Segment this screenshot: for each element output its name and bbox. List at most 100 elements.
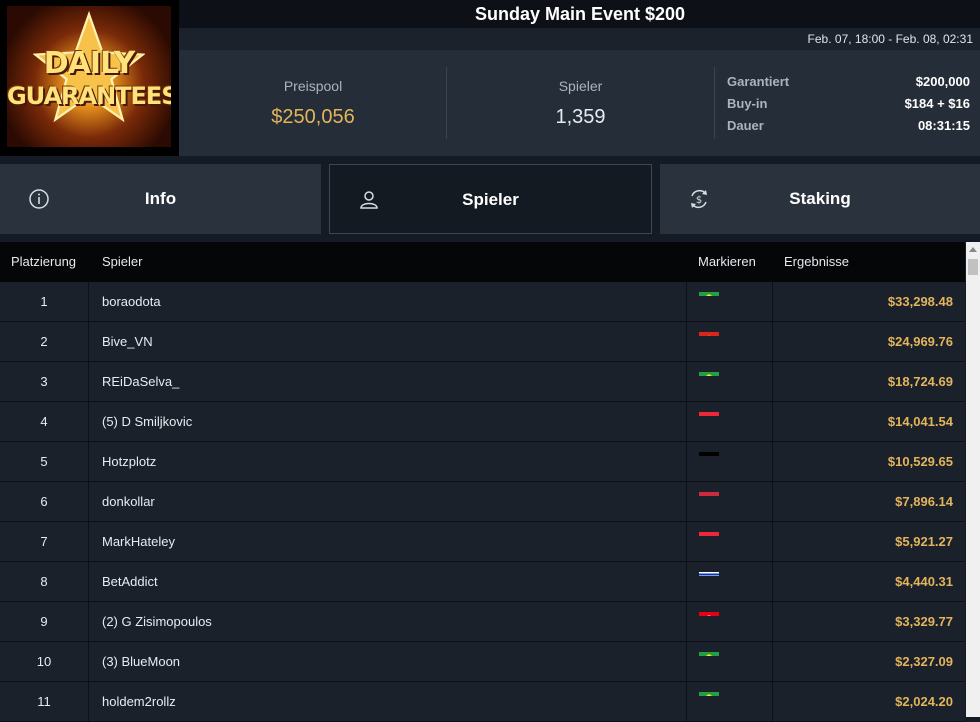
row-flag-cell bbox=[686, 322, 773, 361]
column-divider bbox=[88, 682, 89, 721]
brazil-flag-icon bbox=[699, 642, 719, 656]
row-flag-cell bbox=[686, 642, 773, 681]
row-player-name[interactable]: (3) BlueMoon bbox=[102, 642, 180, 681]
column-divider bbox=[88, 442, 89, 481]
row-result: $3,329.77 bbox=[895, 614, 953, 629]
column-divider bbox=[88, 562, 89, 601]
row-player-name[interactable]: BetAddict bbox=[102, 562, 158, 601]
column-header-place[interactable]: Platzierung bbox=[11, 242, 76, 282]
hungary-flag-icon bbox=[699, 482, 719, 496]
tab-spieler[interactable]: Spieler bbox=[329, 164, 652, 234]
column-divider bbox=[88, 602, 89, 641]
table-row[interactable]: 4 (5) D Smiljkovic $14,041.54 bbox=[0, 402, 965, 442]
row-player-name[interactable]: MarkHateley bbox=[102, 522, 175, 561]
prizepool-value: $250,056 bbox=[271, 106, 355, 128]
row-flag-cell bbox=[686, 442, 773, 481]
row-flag-cell bbox=[686, 482, 773, 521]
row-result: $33,298.48 bbox=[887, 294, 953, 309]
tournament-title: Sunday Main Event $200 bbox=[474, 4, 686, 24]
brazil-flag-icon bbox=[699, 682, 719, 696]
brazil-flag-icon bbox=[699, 282, 719, 296]
column-divider bbox=[88, 522, 89, 561]
duration-value: 08:31:15 bbox=[917, 118, 970, 133]
prizepool-label: Preispool bbox=[283, 78, 343, 94]
row-player-name[interactable]: Hotzplotz bbox=[102, 442, 156, 481]
tab-staking-label: Staking bbox=[789, 189, 851, 208]
table-row[interactable]: 3 REiDaSelva_ $18,724.69 bbox=[0, 362, 965, 402]
column-divider bbox=[88, 362, 89, 401]
buyin-value: $184 + $16 bbox=[904, 96, 970, 111]
scrollbar[interactable] bbox=[966, 242, 980, 717]
row-place: 9 bbox=[40, 614, 48, 629]
row-place: 2 bbox=[40, 334, 48, 349]
row-place: 4 bbox=[40, 414, 48, 429]
table-header: Platzierung Spieler Markieren Ergebnisse bbox=[0, 242, 965, 282]
austria-flag-icon bbox=[699, 522, 719, 536]
row-place: 3 bbox=[40, 374, 48, 389]
row-flag-cell bbox=[686, 282, 773, 321]
row-result: $24,969.76 bbox=[887, 334, 953, 349]
row-place: 6 bbox=[40, 494, 48, 509]
column-header-player[interactable]: Spieler bbox=[102, 242, 142, 282]
row-result: $10,529.65 bbox=[887, 454, 953, 469]
row-result: $2,024.20 bbox=[895, 694, 953, 709]
row-result: $18,724.69 bbox=[887, 374, 953, 389]
logo-text-daily: DAILY bbox=[43, 46, 135, 81]
tab-staking[interactable]: $ Staking bbox=[660, 164, 980, 234]
row-place: 5 bbox=[40, 454, 48, 469]
row-player-name[interactable]: donkollar bbox=[102, 482, 155, 521]
row-result: $2,327.09 bbox=[895, 654, 953, 669]
table-row[interactable]: 8 BetAddict $4,440.31 bbox=[0, 562, 965, 602]
column-header-results[interactable]: Ergebnisse bbox=[784, 242, 849, 282]
tunisia-flag-icon bbox=[699, 602, 719, 616]
table-row[interactable]: 1 boraodota $33,298.48 bbox=[0, 282, 965, 322]
row-player-name[interactable]: (2) G Zisimopoulos bbox=[102, 602, 212, 641]
row-player-name[interactable]: Bive_VN bbox=[102, 322, 153, 361]
column-divider bbox=[88, 482, 89, 521]
row-result: $4,440.31 bbox=[895, 574, 953, 589]
tournament-dates: Feb. 07, 18:00 - Feb. 08, 02:31 bbox=[807, 32, 973, 46]
column-header-flag[interactable]: Markieren bbox=[698, 242, 756, 282]
austria-flag-icon bbox=[699, 402, 719, 416]
row-result: $14,041.54 bbox=[887, 414, 953, 429]
scroll-up-arrow-icon[interactable] bbox=[969, 247, 977, 252]
row-player-name[interactable]: boraodota bbox=[102, 282, 161, 321]
table-row[interactable]: 5 Hotzplotz $10,529.65 bbox=[0, 442, 965, 482]
logo-text-guarantees: GUARANTEES bbox=[7, 82, 171, 110]
duration-label: Dauer bbox=[727, 118, 764, 133]
players-value: 1,359 bbox=[555, 106, 606, 128]
row-place: 8 bbox=[40, 574, 48, 589]
row-place: 10 bbox=[36, 654, 52, 669]
israel-flag-icon bbox=[699, 562, 719, 576]
column-divider bbox=[88, 322, 89, 361]
row-flag-cell bbox=[686, 362, 773, 401]
prizepool-stat: Preispool $250,056 bbox=[180, 50, 446, 156]
germany-flag-icon bbox=[699, 442, 719, 456]
row-place: 7 bbox=[40, 534, 48, 549]
players-label: Spieler bbox=[558, 78, 603, 94]
column-divider bbox=[88, 642, 89, 681]
tab-info[interactable]: Info bbox=[0, 164, 321, 234]
tab-info-label: Info bbox=[144, 189, 177, 208]
brazil-flag-icon bbox=[699, 362, 719, 376]
daily-guarantees-logo: DAILY GUARANTEES bbox=[0, 0, 179, 156]
row-player-name[interactable]: (5) D Smiljkovic bbox=[102, 402, 192, 441]
table-row[interactable]: 6 donkollar $7,896.14 bbox=[0, 482, 965, 522]
column-divider bbox=[88, 282, 89, 321]
results-table-body: 1 boraodota $33,298.48 2 Bive_VN $24,969.76 3 R… bbox=[0, 282, 965, 722]
scrollbar-thumb[interactable] bbox=[968, 259, 978, 275]
row-player-name[interactable]: REiDaSelva_ bbox=[102, 362, 179, 401]
table-row[interactable]: 2 Bive_VN $24,969.76 bbox=[0, 322, 965, 362]
row-player-name[interactable]: holdem2rollz bbox=[102, 682, 176, 721]
guaranteed-value: $200,000 bbox=[915, 74, 970, 89]
tab-spieler-label: Spieler bbox=[462, 190, 519, 209]
table-row[interactable]: 9 (2) G Zisimopoulos $3,329.77 bbox=[0, 602, 965, 642]
guaranteed-label: Garantiert bbox=[727, 74, 790, 89]
vietnam-flag-icon bbox=[699, 322, 719, 336]
table-row[interactable]: 11 holdem2rollz $2,024.20 bbox=[0, 682, 965, 722]
buyin-label: Buy-in bbox=[727, 96, 768, 111]
row-flag-cell bbox=[686, 562, 773, 601]
stat-divider bbox=[714, 67, 715, 139]
table-row[interactable]: 10 (3) BlueMoon $2,327.09 bbox=[0, 642, 965, 682]
table-row[interactable]: 7 MarkHateley $5,921.27 bbox=[0, 522, 965, 562]
